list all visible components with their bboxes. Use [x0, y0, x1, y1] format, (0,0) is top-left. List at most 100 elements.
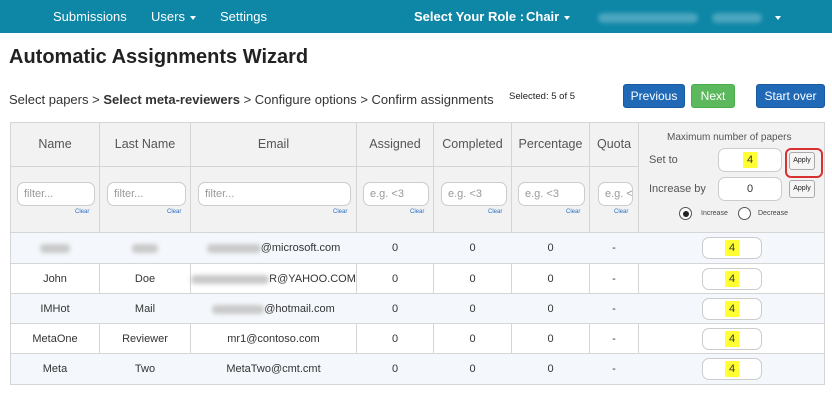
breadcrumb-separator: > — [360, 92, 368, 107]
redacted-username — [598, 12, 698, 23]
cell-email: @microsoft.com — [191, 233, 356, 263]
breadcrumb-step-select-meta-reviewers: Select meta-reviewers — [103, 92, 240, 107]
cell-percentage: 0 — [547, 333, 554, 345]
filter-assigned-input[interactable]: e.g. <3 — [363, 182, 429, 206]
chevron-down-icon — [189, 15, 196, 20]
top-navbar: Submissions Users Settings Select Your R… — [0, 0, 832, 33]
nav-users-label: Users — [151, 9, 185, 24]
cell-quota: - — [612, 363, 616, 375]
table-row[interactable]: John Doe R@YAHOO.COM 0 0 0 - 4 — [11, 264, 824, 294]
nav-settings[interactable]: Settings — [220, 0, 267, 33]
cell-percentage: 0 — [547, 242, 554, 254]
max-papers-value: 4 — [725, 240, 740, 256]
cell-last-name: Two — [134, 363, 156, 375]
filter-percentage-input[interactable]: e.g. <3 — [518, 182, 585, 206]
filter-completed-input[interactable]: e.g. <3 — [441, 182, 507, 206]
cell-percentage: 0 — [547, 273, 554, 285]
increase-radio-label: Increase — [701, 210, 728, 217]
decrease-radio[interactable] — [738, 207, 751, 220]
col-header-email[interactable]: Email — [191, 137, 356, 151]
cell-name: MetaOne — [32, 333, 78, 345]
cell-quota: - — [612, 333, 616, 345]
cell-name — [11, 233, 99, 263]
cell-name: IMHot — [40, 303, 70, 315]
filter-last-name-input[interactable]: filter... — [107, 182, 186, 206]
cell-completed: 0 — [469, 363, 476, 375]
apply-set-to-button[interactable]: Apply — [789, 152, 815, 170]
cell-name: John — [43, 273, 67, 285]
col-header-completed[interactable]: Completed — [434, 137, 511, 151]
clear-percentage-filter[interactable]: Clear — [566, 209, 580, 215]
cell-email: @hotmail.com — [191, 294, 356, 324]
col-header-name[interactable]: Name — [11, 137, 99, 151]
table-row[interactable]: Meta Two MetaTwo@cmt.cmt 0 0 0 - 4 — [11, 354, 824, 384]
clear-assigned-filter[interactable]: Clear — [410, 209, 424, 215]
start-over-button[interactable]: Start over — [756, 84, 825, 108]
col-header-quota[interactable]: Quota — [590, 137, 638, 151]
user-account-dropdown[interactable] — [598, 0, 782, 33]
redacted-text — [191, 274, 270, 284]
filter-email-input[interactable]: filter... — [198, 182, 351, 206]
clear-completed-filter[interactable]: Clear — [488, 209, 502, 215]
cell-assigned: 0 — [391, 303, 399, 315]
clear-email-filter[interactable]: Clear — [333, 209, 347, 215]
cell-last-name: Reviewer — [122, 333, 168, 345]
col-header-last-name[interactable]: Last Name — [100, 137, 190, 151]
role-dropdown[interactable]: Chair — [526, 0, 571, 33]
breadcrumb-step-confirm-assignments: Confirm assignments — [371, 92, 494, 107]
breadcrumb-separator: > — [92, 92, 100, 107]
max-papers-input[interactable]: 4 — [702, 358, 762, 380]
increase-by-label: Increase by — [649, 183, 706, 195]
max-papers-value: 4 — [725, 361, 740, 377]
max-papers-input[interactable]: 4 — [702, 298, 762, 320]
filter-quota-input[interactable]: e.g. <3 — [598, 182, 633, 206]
nav-submissions[interactable]: Submissions — [53, 0, 127, 33]
cell-completed: 0 — [469, 303, 476, 315]
max-papers-input[interactable]: 4 — [702, 328, 762, 350]
cell-last-name: Doe — [134, 273, 156, 285]
filter-name-input[interactable]: filter... — [17, 182, 95, 206]
cell-completed: 0 — [469, 333, 476, 345]
cell-email: MetaTwo@cmt.cmt — [226, 363, 321, 375]
cell-quota: - — [612, 303, 616, 315]
header-divider — [11, 166, 639, 167]
increase-by-input[interactable]: 0 — [718, 177, 782, 201]
selected-count: Selected: 5 of 5 — [509, 91, 576, 102]
max-papers-value: 4 — [725, 301, 740, 317]
cell-percentage: 0 — [547, 363, 554, 375]
apply-increase-button[interactable]: Apply — [789, 180, 815, 198]
set-to-input[interactable]: 4 — [718, 148, 782, 172]
previous-button[interactable]: Previous — [623, 84, 685, 108]
set-to-value: 4 — [742, 152, 758, 168]
clear-quota-filter[interactable]: Clear — [614, 209, 628, 215]
cell-percentage: 0 — [547, 303, 554, 315]
table-row[interactable]: IMHot Mail @hotmail.com 0 0 0 - 4 — [11, 294, 824, 324]
cell-last-name — [100, 233, 190, 263]
page-title: Automatic Assignments Wizard — [9, 46, 309, 68]
chevron-down-icon — [775, 15, 782, 20]
breadcrumb-step-configure-options: Configure options — [254, 92, 357, 107]
col-header-assigned[interactable]: Assigned — [357, 137, 433, 151]
breadcrumb: Select papers > Select meta-reviewers > … — [9, 92, 494, 107]
max-papers-input[interactable]: 4 — [702, 268, 762, 290]
cell-email: R@YAHOO.COM — [191, 264, 356, 294]
redacted-text — [206, 243, 261, 253]
clear-name-filter[interactable]: Clear — [75, 209, 89, 215]
table-row[interactable]: @microsoft.com 0 0 0 - 4 — [11, 233, 824, 263]
nav-users-dropdown[interactable]: Users — [151, 0, 196, 33]
breadcrumb-separator: > — [243, 92, 252, 107]
clear-last-name-filter[interactable]: Clear — [167, 209, 181, 215]
cell-assigned: 0 — [391, 242, 399, 254]
role-value: Chair — [526, 9, 560, 24]
chevron-down-icon — [564, 15, 571, 20]
cell-assigned: 0 — [391, 273, 399, 285]
cell-name: Meta — [42, 363, 68, 375]
set-to-label: Set to — [649, 154, 678, 166]
col-header-percentage[interactable]: Percentage — [512, 137, 589, 151]
cell-email: mr1@contoso.com — [227, 333, 320, 345]
max-papers-input[interactable]: 4 — [702, 237, 762, 259]
next-button[interactable]: Next — [691, 84, 735, 108]
max-papers-title: Maximum number of papers — [667, 132, 792, 143]
increase-radio[interactable] — [679, 207, 692, 220]
table-row[interactable]: MetaOne Reviewer mr1@contoso.com 0 0 0 -… — [11, 324, 824, 354]
